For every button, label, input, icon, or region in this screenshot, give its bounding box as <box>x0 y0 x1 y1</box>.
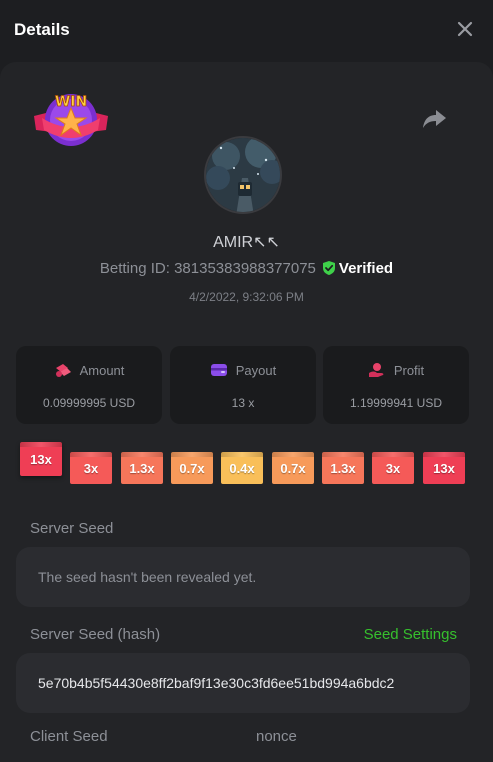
server-seed-label: Server Seed <box>30 520 114 537</box>
multiplier-label: 0.7x <box>179 460 205 476</box>
details-header: Details <box>0 0 493 62</box>
share-icon[interactable] <box>422 108 448 130</box>
multiplier-chip: 0.7x <box>272 452 314 484</box>
multiplier-label: 13x <box>433 460 455 476</box>
verified-shield-icon <box>322 261 335 275</box>
multiplier-label: 3x <box>385 460 401 476</box>
amount-label: Amount <box>79 363 125 378</box>
multiplier-chip: 3x <box>372 452 414 484</box>
hand-coin-icon <box>368 363 384 377</box>
server-seed-value: The seed hasn't been revealed yet. <box>38 569 257 585</box>
server-seed-hash-label: Server Seed (hash) <box>30 626 161 643</box>
multiplier-label: 1.3x <box>129 460 155 476</box>
badge-text: WIN <box>55 94 87 110</box>
server-seed-hash-field[interactable]: 5e70b4b5f54430e8ff2baf9f13e30c3fd6ee51bd… <box>16 653 470 713</box>
multiplier-chip: 13x <box>20 442 62 476</box>
betting-id-row: Betting ID: 38135383988377075 Verified <box>0 260 493 277</box>
multiplier-chip: 0.4x <box>221 452 263 484</box>
multiplier-label: 3x <box>83 460 99 476</box>
multiplier-label: 0.4x <box>229 460 255 476</box>
betting-id: Betting ID: 38135383988377075 <box>99 260 316 277</box>
multiplier-label: 13x <box>30 451 52 467</box>
profit-card: Profit 1.19999941 USD <box>323 346 469 424</box>
verified-label: Verified <box>338 260 394 277</box>
amount-card: Amount 0.09999995 USD <box>16 346 162 424</box>
multiplier-label: 1.3x <box>330 460 356 476</box>
multiplier-chip: 13x <box>423 452 465 484</box>
payout-card: Payout 13 x <box>170 346 316 424</box>
profit-label: Profit <box>393 363 425 378</box>
server-seed-hash-value: 5e70b4b5f54430e8ff2baf9f13e30c3fd6ee51bd… <box>38 675 395 691</box>
close-icon[interactable] <box>455 19 475 39</box>
server-seed-field[interactable]: The seed hasn't been revealed yet. <box>16 547 470 607</box>
payout-label: Payout <box>235 363 277 378</box>
avatar <box>204 136 282 214</box>
nonce-label: nonce <box>256 728 297 745</box>
profit-value: 1.19999941 USD <box>349 396 443 410</box>
bet-datetime: 4/2/2022, 9:32:06 PM <box>189 290 304 304</box>
amount-value: 0.09999995 USD <box>42 396 136 410</box>
multiplier-chip: 3x <box>70 452 112 484</box>
multiplier-label: 0.7x <box>280 460 306 476</box>
multiplier-chip: 1.3x <box>322 452 364 484</box>
win-badge-icon: WIN <box>32 90 110 148</box>
wallet-icon <box>210 364 227 376</box>
username: AMIR↖↖ <box>213 234 280 251</box>
seed-settings-link[interactable]: Seed Settings <box>364 626 457 643</box>
coins-icon <box>55 364 71 377</box>
multiplier-chip: 0.7x <box>171 452 213 484</box>
client-seed-label: Client Seed <box>30 728 108 745</box>
multiplier-row: 13x 3x 1.3x 0.7x 0.4x 0.7x 1.3x 3x 13x <box>0 440 493 490</box>
payout-value: 13 x <box>231 396 255 410</box>
page-title: Details <box>14 20 70 39</box>
multiplier-chip: 1.3x <box>121 452 163 484</box>
